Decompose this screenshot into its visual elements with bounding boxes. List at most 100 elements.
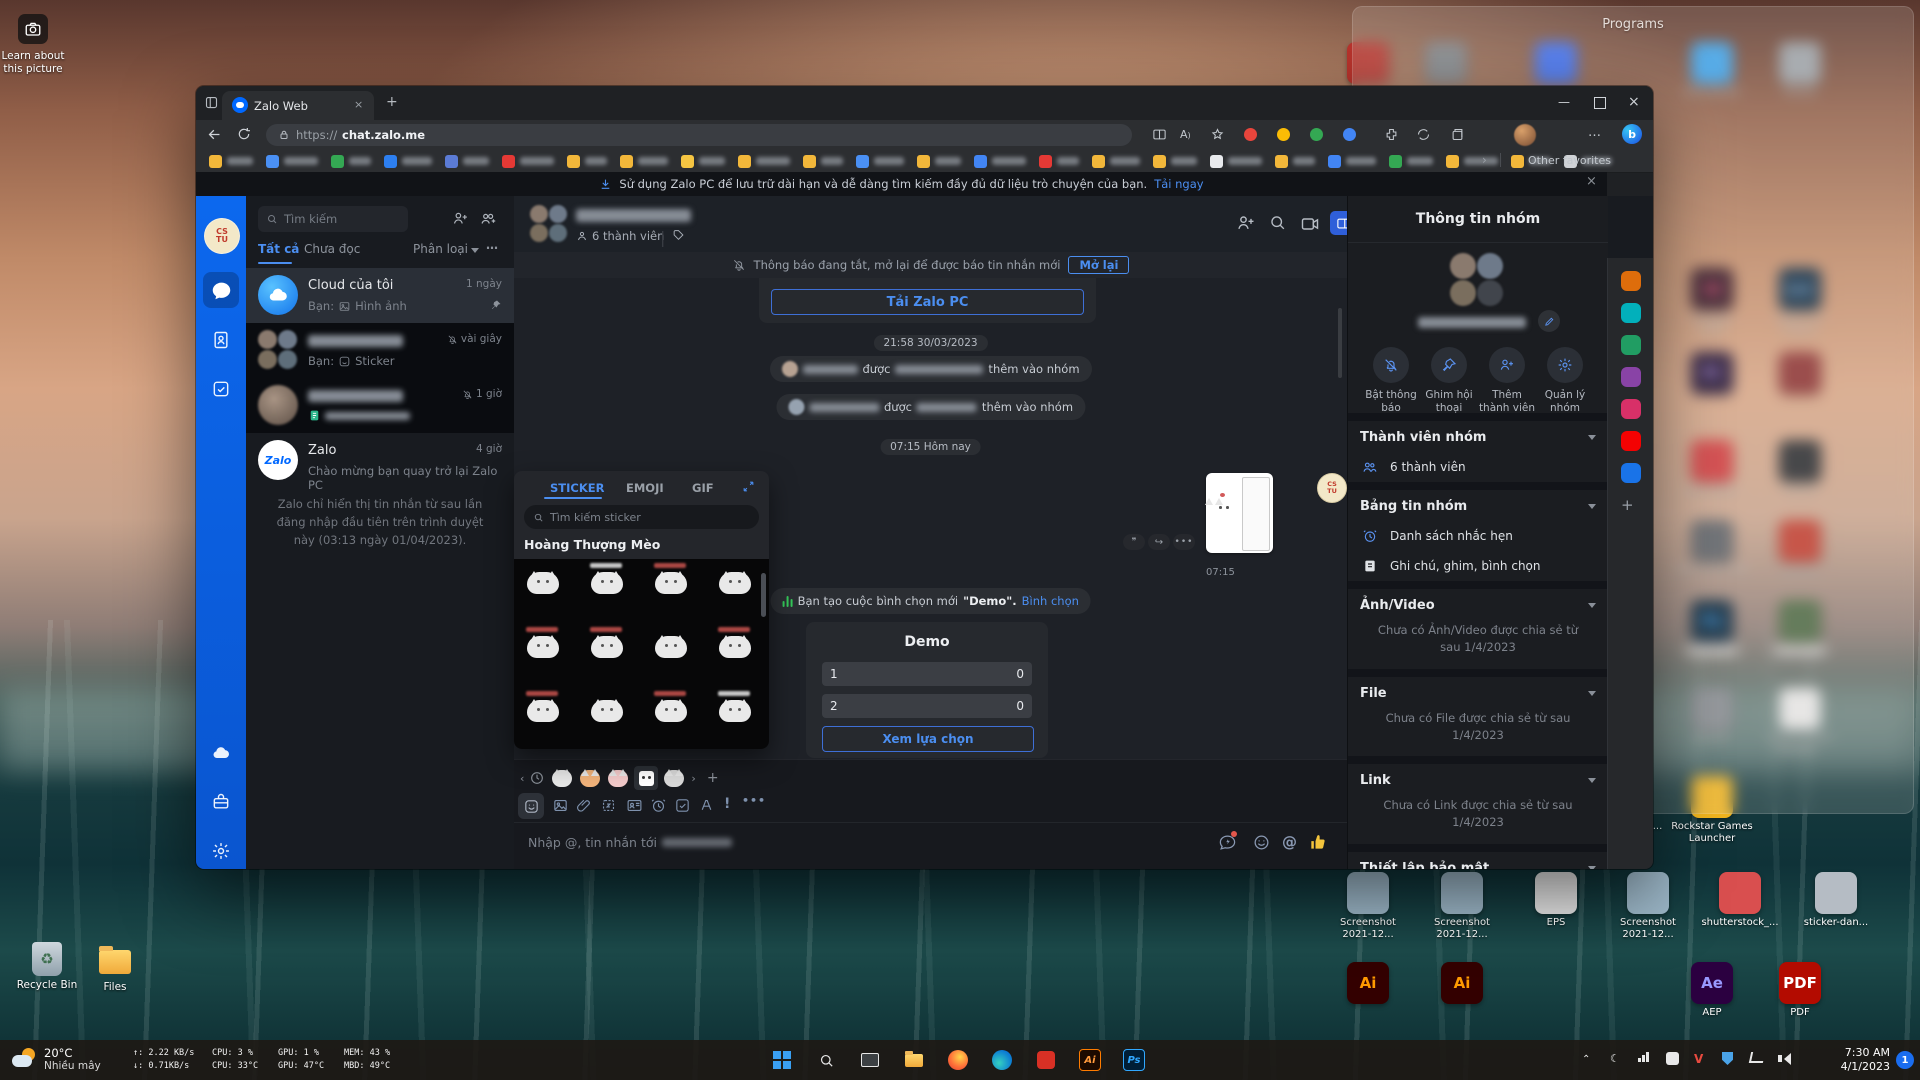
member-count[interactable]: 6 thành viên — [592, 229, 664, 243]
tab-gif[interactable]: GIF — [692, 481, 714, 495]
contact-card-tool-icon[interactable] — [626, 797, 643, 814]
poll-vote-link[interactable]: Bình chọn — [1022, 594, 1079, 608]
tray-vol-icon[interactable] — [1778, 1052, 1791, 1065]
desktop-icon-eps[interactable]: EPS — [1512, 872, 1600, 929]
weather-condition[interactable]: Nhiều mây — [44, 1060, 101, 1072]
back-icon[interactable] — [206, 126, 223, 143]
sticker-item[interactable] — [642, 623, 699, 671]
tray-v-icon[interactable]: V — [1694, 1052, 1703, 1066]
desktop-icon-aep[interactable]: AeAEP — [1668, 962, 1756, 1019]
read-aloud-icon[interactable]: A) — [1180, 128, 1191, 141]
chat-list-item[interactable]: Bạn: Stickervài giây — [246, 323, 514, 378]
bookmark-item[interactable] — [974, 155, 1026, 168]
bookmark-item[interactable] — [567, 155, 607, 168]
add-sticker-pack-icon[interactable]: + — [707, 770, 719, 786]
sticker-item[interactable] — [642, 559, 699, 607]
weather-temp[interactable]: 20°C — [44, 1046, 72, 1060]
tab-emoji[interactable]: EMOJI — [626, 481, 664, 495]
bookmarks-overflow-chevron[interactable]: › — [1482, 153, 1487, 167]
puzzle-extensions-icon[interactable] — [1384, 127, 1399, 142]
tray-net-icon[interactable] — [1750, 1052, 1764, 1066]
group-avatar-large[interactable] — [1450, 253, 1503, 306]
bookmark-item[interactable] — [266, 155, 318, 168]
maximize-button[interactable] — [1594, 97, 1606, 109]
nav-contacts[interactable] — [211, 330, 231, 350]
more-icon[interactable]: ••• — [1173, 534, 1195, 550]
extension-icon[interactable] — [1277, 128, 1290, 141]
banner-close-icon[interactable]: × — [1586, 174, 1597, 189]
recycle-bin[interactable]: ♻ Recycle Bin — [14, 942, 80, 991]
quote-icon[interactable]: ❞ — [1123, 534, 1145, 550]
user-avatar[interactable]: CSTU — [204, 218, 240, 254]
group-action-manage[interactable]: Quản lý nhóm — [1536, 347, 1594, 415]
sticker-tool-icon[interactable] — [518, 793, 544, 819]
bookmark-item[interactable] — [331, 155, 371, 168]
taskbar-task[interactable] — [857, 1047, 883, 1073]
desktop-icon-shutterstock-[interactable]: shutterstock_... — [1696, 872, 1784, 929]
tray-chev-icon[interactable]: ⌃ — [1582, 1052, 1590, 1065]
info-section-header[interactable]: Bảng tin nhóm — [1348, 490, 1608, 521]
bookmark-item[interactable] — [856, 155, 904, 168]
bookmark-item[interactable] — [1039, 155, 1079, 168]
bookmark-item[interactable] — [502, 155, 554, 168]
tag-icon[interactable] — [672, 229, 685, 242]
add-member-icon[interactable] — [1236, 213, 1256, 233]
minimize-button[interactable]: — — [1558, 95, 1570, 109]
taskbar-search[interactable] — [813, 1047, 839, 1073]
split-screen-icon[interactable] — [1152, 127, 1167, 142]
desktop-icon[interactable]: Ai — [1324, 962, 1412, 1004]
sticker-item[interactable] — [514, 687, 571, 735]
extension-icon[interactable] — [1343, 128, 1356, 141]
taskbar-firefox[interactable] — [945, 1047, 971, 1073]
format-tool-icon[interactable] — [698, 797, 715, 814]
unmute-button[interactable]: Mở lại — [1068, 256, 1129, 274]
collections-icon[interactable] — [1450, 127, 1465, 142]
bookmark-item[interactable] — [1210, 155, 1262, 168]
quick-message-icon[interactable] — [1218, 833, 1237, 852]
desktop-icon-sticker-dan-[interactable]: sticker-dan... — [1792, 872, 1880, 929]
tab-sticker[interactable]: STICKER — [550, 481, 604, 495]
sticker-item[interactable] — [578, 559, 635, 607]
bookmark-item[interactable] — [1275, 155, 1315, 168]
files-shortcut[interactable]: Files — [82, 944, 148, 993]
close-button[interactable]: × — [1628, 94, 1640, 110]
bing-copilot-icon[interactable]: b — [1622, 124, 1642, 144]
sidebar-app-icon[interactable] — [1621, 431, 1641, 451]
group-avatar[interactable] — [530, 205, 567, 242]
sticker-item[interactable] — [706, 687, 763, 735]
info-section-header[interactable]: Ảnh/Video — [1348, 589, 1608, 620]
thumbs-up-icon[interactable] — [1308, 832, 1328, 852]
bookmark-item[interactable] — [738, 155, 790, 168]
reminder-tool-icon[interactable] — [650, 797, 667, 814]
other-favorites-label[interactable]: Other favorites — [1528, 154, 1611, 167]
group-action-add-member[interactable]: Thêm thành viên — [1478, 347, 1536, 415]
bookmark-item[interactable] — [803, 155, 843, 168]
tab-close-icon[interactable]: × — [354, 98, 363, 111]
bookmark-item[interactable] — [384, 155, 432, 168]
address-bar[interactable]: https:// chat.zalo.me — [266, 124, 1132, 146]
message-input[interactable]: Nhập @, tin nhắn tới @ — [514, 822, 1347, 869]
search-input[interactable]: Tìm kiếm — [258, 206, 408, 232]
sync-icon[interactable] — [1416, 127, 1431, 142]
bookmark-item[interactable] — [681, 155, 725, 168]
download-zalo-button[interactable]: Tải Zalo PC — [771, 289, 1084, 315]
info-section-header[interactable]: File — [1348, 677, 1608, 708]
browser-tab[interactable]: Zalo Web × — [222, 91, 374, 120]
extension-icon[interactable] — [1310, 128, 1323, 141]
browser-menu-icon[interactable]: … — [1588, 125, 1602, 140]
profile-avatar[interactable] — [1514, 124, 1536, 146]
bookmark-item[interactable] — [1153, 155, 1197, 168]
recent-sticker[interactable] — [634, 766, 658, 790]
mention-icon[interactable]: @ — [1282, 833, 1297, 851]
tray-chip-icon[interactable] — [1666, 1052, 1679, 1068]
sender-avatar[interactable]: CSTU — [1317, 473, 1347, 503]
tray-moon-icon[interactable]: ☾ — [1610, 1052, 1620, 1065]
taskbar-folder[interactable] — [901, 1047, 927, 1073]
expand-icon[interactable] — [742, 480, 755, 493]
chat-list-item[interactable]: Cloud của tôiBạn: Hình ảnh1 ngày — [246, 268, 514, 323]
desktop-icon[interactable]: Ai — [1418, 962, 1506, 1004]
bookmark-item[interactable] — [1328, 155, 1376, 168]
tray-bars-icon[interactable] — [1638, 1052, 1649, 1065]
scrollbar[interactable] — [761, 573, 766, 617]
new-tab-button[interactable]: + — [386, 94, 398, 110]
